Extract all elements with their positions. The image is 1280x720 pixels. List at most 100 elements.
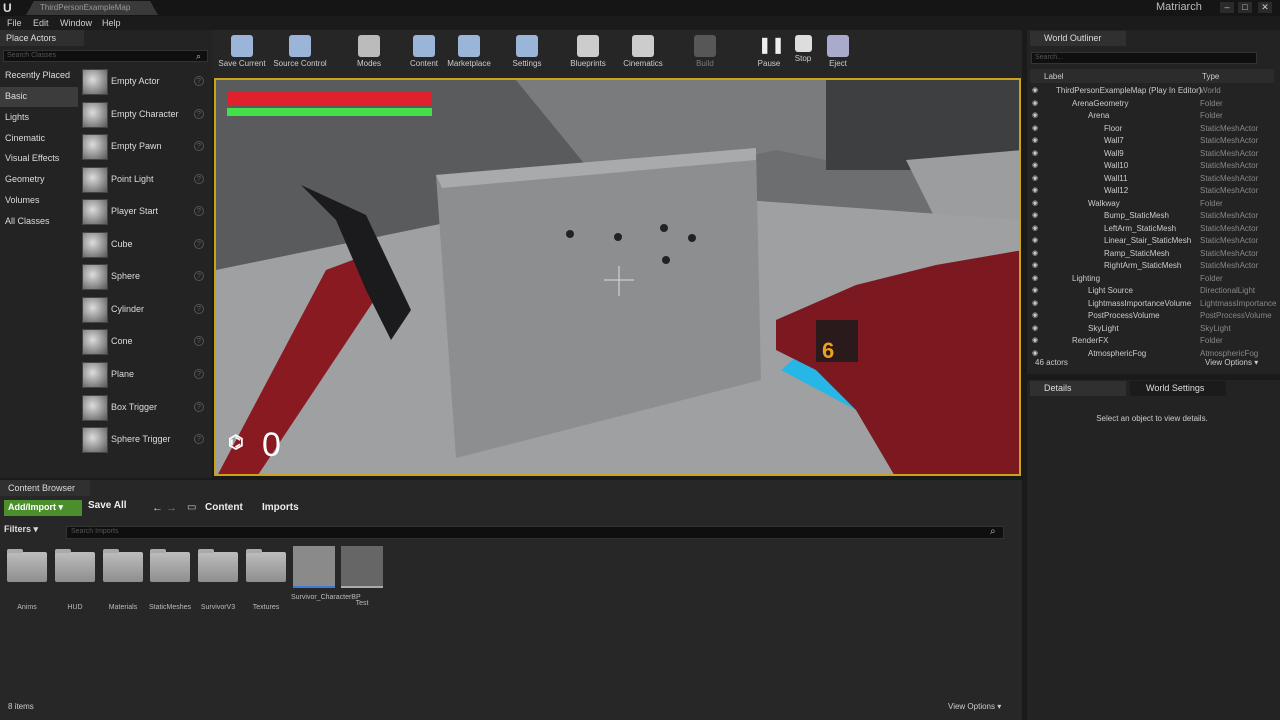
close-button[interactable]: ✕ (1258, 2, 1272, 13)
label-column-header[interactable]: Label (1044, 72, 1064, 81)
content-browser-tab[interactable]: Content Browser (0, 480, 90, 496)
category-visual-effects[interactable]: Visual Effects (0, 149, 78, 169)
visibility-eye-icon[interactable]: ◉ (1032, 98, 1040, 110)
category-basic[interactable]: Basic (0, 87, 78, 107)
visibility-eye-icon[interactable]: ◉ (1032, 298, 1040, 310)
visibility-eye-icon[interactable]: ◉ (1032, 198, 1040, 210)
visibility-eye-icon[interactable]: ◉ (1032, 123, 1040, 135)
filters-button[interactable]: Filters ▾ (4, 524, 38, 535)
visibility-eye-icon[interactable]: ◉ (1032, 148, 1040, 160)
visibility-eye-icon[interactable]: ◉ (1032, 135, 1040, 147)
actor-sphere[interactable]: Sphere? (82, 262, 208, 294)
outliner-row[interactable]: ◉ Wall9 StaticMeshActor (1032, 148, 1272, 161)
outliner-row[interactable]: ◉ Linear_Stair_StaticMesh StaticMeshActor (1032, 235, 1272, 248)
help-icon[interactable]: ? (194, 304, 204, 314)
visibility-eye-icon[interactable]: ◉ (1032, 85, 1040, 97)
outliner-row[interactable]: ◉ Floor StaticMeshActor (1032, 123, 1272, 136)
marketplace-button[interactable]: Marketplace (439, 32, 499, 76)
outliner-row[interactable]: ◉ Bump_StaticMesh StaticMeshActor (1032, 210, 1272, 223)
actor-point-light[interactable]: Point Light? (82, 165, 208, 197)
actor-empty-actor[interactable]: Empty Actor? (82, 67, 208, 99)
menu-window[interactable]: Window (60, 18, 92, 28)
game-viewport[interactable]: 6 ⌬ 0 (214, 78, 1021, 476)
eject-button[interactable]: Eject (808, 32, 868, 76)
visibility-eye-icon[interactable]: ◉ (1032, 223, 1040, 235)
outliner-row[interactable]: ◉ LightmassImportanceVolume LightmassImpor… (1032, 298, 1276, 311)
visibility-eye-icon[interactable]: ◉ (1032, 323, 1040, 335)
asset-survivor-characterbp[interactable]: Survivor_CharacterBP (291, 546, 361, 602)
outliner-row[interactable]: ◉ Wall7 StaticMeshActor (1032, 135, 1272, 148)
actor-empty-character[interactable]: Empty Character? (82, 100, 208, 132)
search-classes-input[interactable]: Search Classes (3, 50, 208, 62)
level-tab[interactable]: ThirdPersonExampleMap (26, 1, 158, 15)
category-lights[interactable]: Lights (0, 108, 78, 128)
visibility-eye-icon[interactable]: ◉ (1032, 235, 1040, 247)
help-icon[interactable]: ? (194, 109, 204, 119)
asset-anims[interactable]: Anims (4, 546, 50, 611)
world-outliner-tab[interactable]: World Outliner (1030, 31, 1126, 46)
help-icon[interactable]: ? (194, 76, 204, 86)
visibility-eye-icon[interactable]: ◉ (1032, 160, 1040, 172)
view-options-button[interactable]: View Options ▾ (948, 702, 1001, 711)
actor-box-trigger[interactable]: Box Trigger? (82, 393, 208, 425)
outliner-row[interactable]: ◉ RightArm_StaticMesh StaticMeshActor (1032, 260, 1272, 273)
category-all-classes[interactable]: All Classes (0, 212, 78, 232)
outliner-row[interactable]: ◉ Wall11 StaticMeshActor (1032, 173, 1272, 186)
actor-cube[interactable]: Cube? (82, 230, 208, 262)
maximize-button[interactable]: □ (1238, 2, 1252, 13)
search-icon[interactable]: ⌕ (196, 51, 201, 62)
visibility-eye-icon[interactable]: ◉ (1032, 285, 1040, 297)
asset-hud[interactable]: HUD (52, 546, 98, 611)
help-icon[interactable]: ? (194, 336, 204, 346)
visibility-eye-icon[interactable]: ◉ (1032, 248, 1040, 260)
visibility-eye-icon[interactable]: ◉ (1032, 210, 1040, 222)
outliner-row[interactable]: ◉ PostProcessVolume PostProcessVolume (1032, 310, 1272, 323)
blueprints-button[interactable]: Blueprints (558, 32, 618, 76)
breadcrumb-content[interactable]: Content (205, 502, 243, 513)
cinematics-button[interactable]: Cinematics (613, 32, 673, 76)
outliner-row[interactable]: ◉ RenderFX Folder (1032, 335, 1272, 348)
forward-arrow-icon[interactable]: → (166, 502, 177, 514)
outliner-row[interactable]: ◉ Wall12 StaticMeshActor (1032, 185, 1272, 198)
visibility-eye-icon[interactable]: ◉ (1032, 185, 1040, 197)
help-icon[interactable]: ? (194, 402, 204, 412)
actor-plane[interactable]: Plane? (82, 360, 208, 392)
help-icon[interactable]: ? (194, 271, 204, 281)
breadcrumb-imports[interactable]: Imports (262, 502, 299, 513)
visibility-eye-icon[interactable]: ◉ (1032, 173, 1040, 185)
asset-survivorv3[interactable]: SurvivorV3 (195, 546, 241, 611)
outliner-row[interactable]: ◉ Ramp_StaticMesh StaticMeshActor (1032, 248, 1272, 261)
actor-cone[interactable]: Cone? (82, 327, 208, 359)
outliner-row[interactable]: ◉ SkyLight SkyLight (1032, 323, 1272, 336)
asset-textures[interactable]: Textures (243, 546, 289, 611)
back-arrow-icon[interactable]: ← (152, 502, 163, 514)
asset-test[interactable]: Test (339, 546, 385, 607)
settings-button[interactable]: Settings (497, 32, 557, 76)
outliner-view-options-button[interactable]: View Options ▾ (1205, 358, 1258, 367)
world-settings-tab[interactable]: World Settings (1130, 381, 1226, 396)
help-icon[interactable]: ? (194, 206, 204, 216)
category-volumes[interactable]: Volumes (0, 191, 78, 211)
type-column-header[interactable]: Type (1202, 72, 1219, 81)
outliner-search-input[interactable]: Search... (1031, 52, 1257, 64)
menu-file[interactable]: File (7, 18, 22, 28)
actor-sphere-trigger[interactable]: Sphere Trigger? (82, 425, 208, 457)
place-actors-tab[interactable]: Place Actors (0, 30, 84, 46)
help-icon[interactable]: ? (194, 239, 204, 249)
outliner-row[interactable]: ◉ ArenaGeometry Folder (1032, 98, 1272, 111)
visibility-eye-icon[interactable]: ◉ (1032, 335, 1040, 347)
asset-materials[interactable]: Materials (100, 546, 146, 611)
details-tab[interactable]: Details (1030, 381, 1126, 396)
add-import-button[interactable]: Add/Import ▾ (4, 500, 82, 516)
outliner-row[interactable]: ◉ ThirdPersonExampleMap (Play In Editor) W… (1032, 85, 1272, 98)
help-icon[interactable]: ? (194, 141, 204, 151)
help-icon[interactable]: ? (194, 434, 204, 444)
search-icon[interactable]: ⌕ (990, 526, 996, 537)
asset-staticmeshes[interactable]: StaticMeshes (147, 546, 193, 611)
actor-player-start[interactable]: Player Start? (82, 197, 208, 229)
outliner-row[interactable]: ◉ Light Source DirectionalLight (1032, 285, 1272, 298)
search-imports-input[interactable]: Search Imports (66, 526, 1004, 539)
build-button[interactable]: Build (675, 32, 735, 76)
help-icon[interactable]: ? (194, 369, 204, 379)
outliner-row[interactable]: ◉ Wall10 StaticMeshActor (1032, 160, 1272, 173)
